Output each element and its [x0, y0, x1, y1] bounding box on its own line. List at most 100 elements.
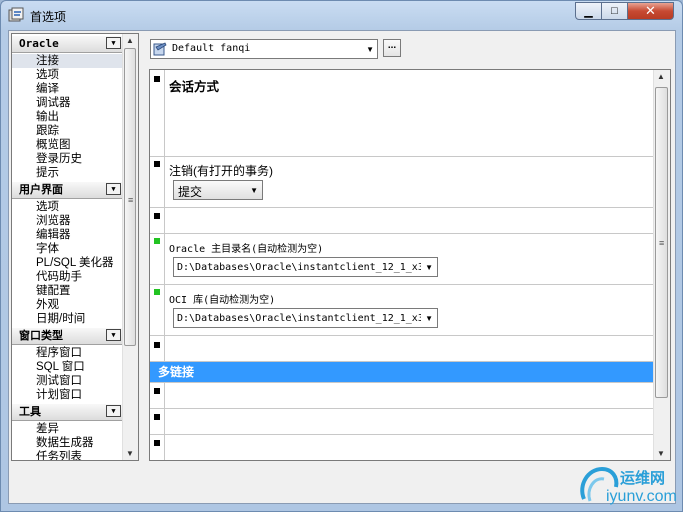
- profile-value: Default fanqi: [172, 43, 251, 54]
- category-item[interactable]: PL/SQL 美化器: [12, 256, 123, 270]
- modified-marker-icon: [154, 289, 160, 295]
- default-marker-icon: [154, 440, 160, 446]
- category-item[interactable]: 键配置: [12, 284, 123, 298]
- category-list-scrollbar[interactable]: ▲ ≡ ▼: [122, 34, 138, 460]
- collapse-chevron-icon[interactable]: ▼: [106, 329, 121, 341]
- category-item[interactable]: 外观: [12, 298, 123, 312]
- oracle-home-select[interactable]: D:\Databases\Oracle\instantclient_12_1_x…: [173, 257, 438, 277]
- category-item[interactable]: 输出: [12, 110, 123, 124]
- category-item[interactable]: 日期/时间: [12, 312, 123, 326]
- category-item[interactable]: 跟踪: [12, 124, 123, 138]
- category-item[interactable]: 测试窗口: [12, 374, 123, 388]
- settings-scroll-thumb[interactable]: ≡: [655, 87, 668, 398]
- empty-setting-row: [150, 208, 655, 234]
- grip-icon: ≡: [128, 195, 134, 205]
- scroll-down-arrow-icon[interactable]: ▼: [657, 449, 665, 458]
- category-item[interactable]: 计划窗口: [12, 388, 123, 402]
- category-header-label: 用户界面: [19, 183, 63, 196]
- scroll-down-arrow-icon[interactable]: ▼: [126, 449, 134, 458]
- profile-more-button[interactable]: ...: [383, 39, 401, 57]
- collapse-chevron-icon[interactable]: ▼: [106, 37, 121, 49]
- app-icon: [8, 7, 24, 22]
- category-item[interactable]: 差异: [12, 422, 123, 436]
- preferences-client: Oracle ▼ 注接 选项 编译 调试器 输出 跟踪 概览图 登录历史 提示 用户界面 ▼ 选项 浏览器编…: [8, 30, 676, 504]
- default-marker-icon: [154, 213, 160, 219]
- row-gutter: [150, 234, 165, 284]
- row-gutter: [150, 208, 165, 233]
- row-gutter: [150, 285, 165, 335]
- category-header-label: 窗口类型: [19, 329, 63, 342]
- category-item[interactable]: 编辑器: [12, 228, 123, 242]
- category-scroll-thumb[interactable]: ≡: [124, 48, 136, 346]
- default-marker-icon: [154, 388, 160, 394]
- maximize-button[interactable]: □: [601, 2, 628, 20]
- row-gutter: [150, 383, 165, 408]
- watermark-brand: 运维网: [620, 470, 666, 487]
- row-gutter: [150, 336, 165, 361]
- session-mode-heading: 会话方式: [169, 80, 220, 94]
- oracle-home-label: Oracle 主目录名(自动检测为空): [169, 244, 324, 255]
- title-bar[interactable]: 首选项 ▁ □ ✕: [1, 1, 682, 29]
- empty-setting-row: [150, 409, 655, 435]
- category-item[interactable]: 代码助手: [12, 270, 123, 284]
- empty-setting-row: [150, 383, 655, 409]
- chevron-down-icon: ▼: [366, 45, 374, 54]
- oci-library-value: D:\Databases\Oracle\instantclient_12_1_x…: [177, 313, 421, 324]
- scroll-up-arrow-icon[interactable]: ▲: [657, 72, 665, 81]
- category-header-label: 工具: [19, 405, 41, 418]
- category-header-label: Oracle: [19, 37, 59, 50]
- category-item[interactable]: 选项: [12, 68, 123, 82]
- settings-scrollbar[interactable]: ▲ ≡ ▼: [653, 70, 670, 460]
- oci-library-select[interactable]: D:\Databases\Oracle\instantclient_12_1_x…: [173, 308, 438, 328]
- category-item[interactable]: 任务列表: [12, 450, 123, 460]
- oci-library-label: OCI 库(自动检测为空): [169, 295, 276, 306]
- oracle-home-value: D:\Databases\Oracle\instantclient_12_1_x…: [177, 262, 421, 273]
- default-marker-icon: [154, 76, 160, 82]
- row-gutter: [150, 157, 165, 207]
- chevron-down-icon: ▼: [425, 263, 433, 272]
- category-item[interactable]: 编译: [12, 82, 123, 96]
- scroll-up-arrow-icon[interactable]: ▲: [126, 36, 134, 45]
- logoff-label: 注销(有打开的事务): [169, 164, 273, 178]
- category-header[interactable]: 用户界面 ▼: [12, 181, 123, 199]
- category-header[interactable]: 工具 ▼: [12, 403, 123, 421]
- close-button[interactable]: ✕: [627, 2, 674, 20]
- category-item[interactable]: 选项: [12, 200, 123, 214]
- session-mode-row: 会话方式: [150, 70, 655, 157]
- category-list[interactable]: Oracle ▼ 注接 选项 编译 调试器 输出 跟踪 概览图 登录历史 提示 用户界面 ▼ 选项 浏览器编…: [11, 33, 139, 461]
- row-gutter: [150, 409, 165, 434]
- oracle-home-row: Oracle 主目录名(自动检测为空) D:\Databases\Oracle\…: [150, 234, 655, 285]
- empty-setting-row: [150, 435, 655, 460]
- profile-toolbar: Default fanqi ▼ ...: [144, 33, 674, 63]
- category-item[interactable]: 概览图: [12, 138, 123, 152]
- category-header[interactable]: Oracle ▼: [12, 35, 123, 53]
- empty-setting-row: [150, 336, 655, 362]
- grip-icon: ≡: [659, 238, 665, 248]
- category-item[interactable]: 登录历史: [12, 152, 123, 166]
- category-item[interactable]: 注接: [12, 54, 123, 68]
- category-list-content: Oracle ▼ 注接 选项 编译 调试器 输出 跟踪 概览图 登录历史 提示 用户界面 ▼ 选项 浏览器编…: [12, 34, 123, 460]
- collapse-chevron-icon[interactable]: ▼: [106, 405, 121, 417]
- category-item[interactable]: 程序窗口: [12, 346, 123, 360]
- logoff-row: 注销(有打开的事务) 提交 ▼: [150, 157, 655, 208]
- profile-select[interactable]: Default fanqi ▼: [150, 39, 378, 59]
- category-item[interactable]: 浏览器: [12, 214, 123, 228]
- logoff-select[interactable]: 提交 ▼: [173, 180, 263, 200]
- oci-library-row: OCI 库(自动检测为空) D:\Databases\Oracle\instan…: [150, 285, 655, 336]
- row-gutter: [150, 70, 165, 156]
- default-marker-icon: [154, 414, 160, 420]
- collapse-chevron-icon[interactable]: ▼: [106, 183, 121, 195]
- profile-icon: [153, 42, 167, 56]
- category-item[interactable]: 字体: [12, 242, 123, 256]
- chevron-down-icon: ▼: [425, 314, 433, 323]
- category-item[interactable]: 数据生成器: [12, 436, 123, 450]
- category-item[interactable]: SQL 窗口: [12, 360, 123, 374]
- category-item[interactable]: 调试器: [12, 96, 123, 110]
- category-header[interactable]: 窗口类型 ▼: [12, 327, 123, 345]
- watermark-url: iyunv.com: [606, 488, 677, 505]
- default-marker-icon: [154, 161, 160, 167]
- modified-marker-icon: [154, 238, 160, 244]
- minimize-button[interactable]: ▁: [575, 2, 602, 20]
- preferences-window: 首选项 ▁ □ ✕ Oracle ▼ 注接 选项 编译 调试器 输出 跟踪 概览图 登录历史 提示用…: [0, 0, 683, 512]
- category-item[interactable]: 提示: [12, 166, 123, 180]
